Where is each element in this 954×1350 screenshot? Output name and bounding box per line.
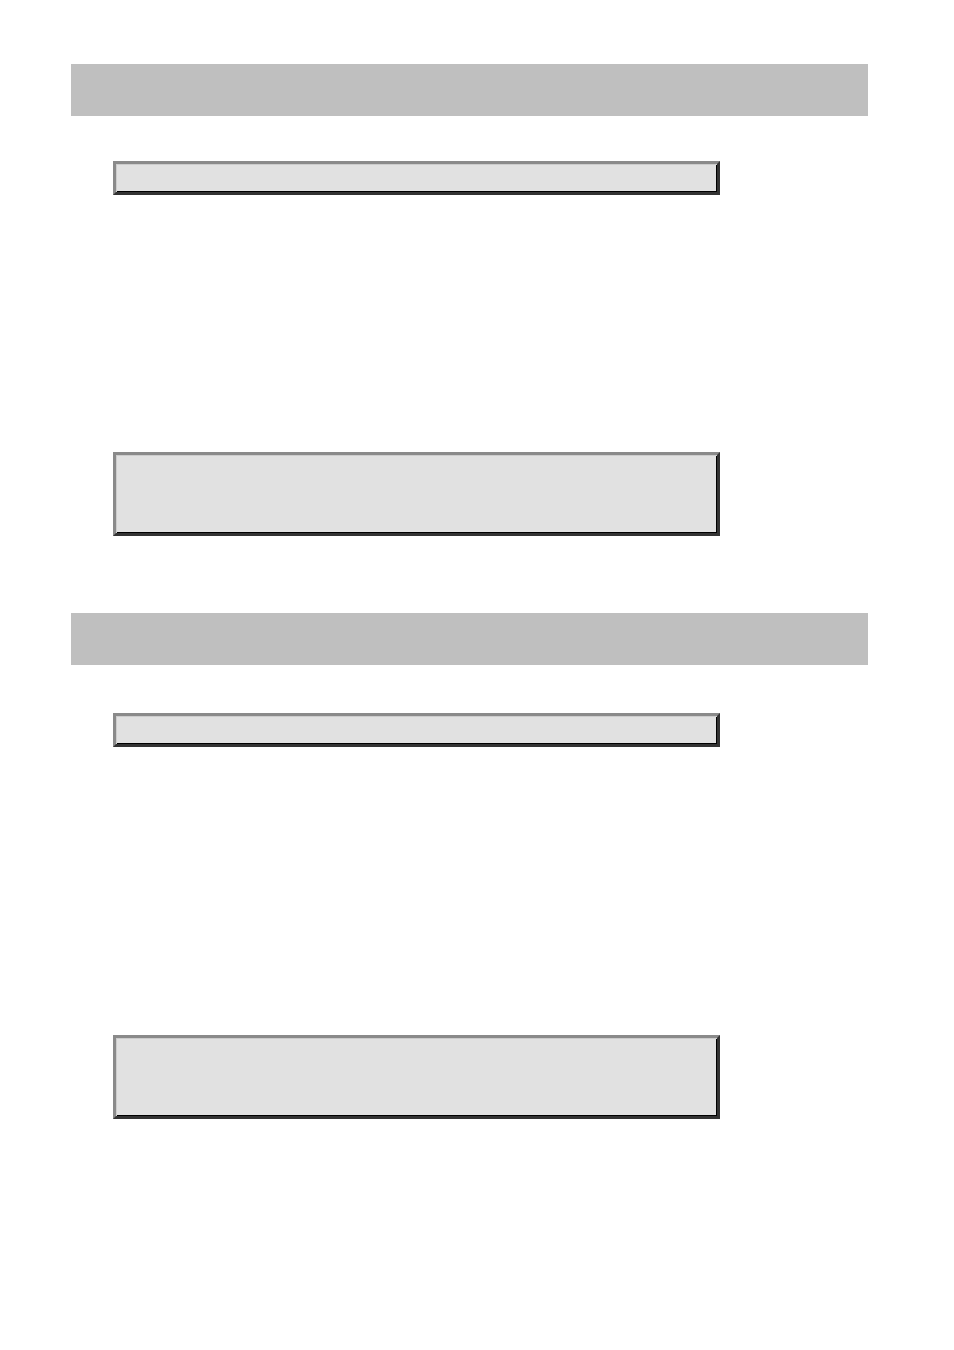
section-header-2 bbox=[71, 613, 868, 665]
text-input-2[interactable] bbox=[113, 713, 720, 747]
section-header-1 bbox=[71, 64, 868, 116]
textarea-2[interactable] bbox=[113, 1035, 720, 1119]
textarea-1[interactable] bbox=[113, 452, 720, 536]
text-input-1[interactable] bbox=[113, 161, 720, 195]
